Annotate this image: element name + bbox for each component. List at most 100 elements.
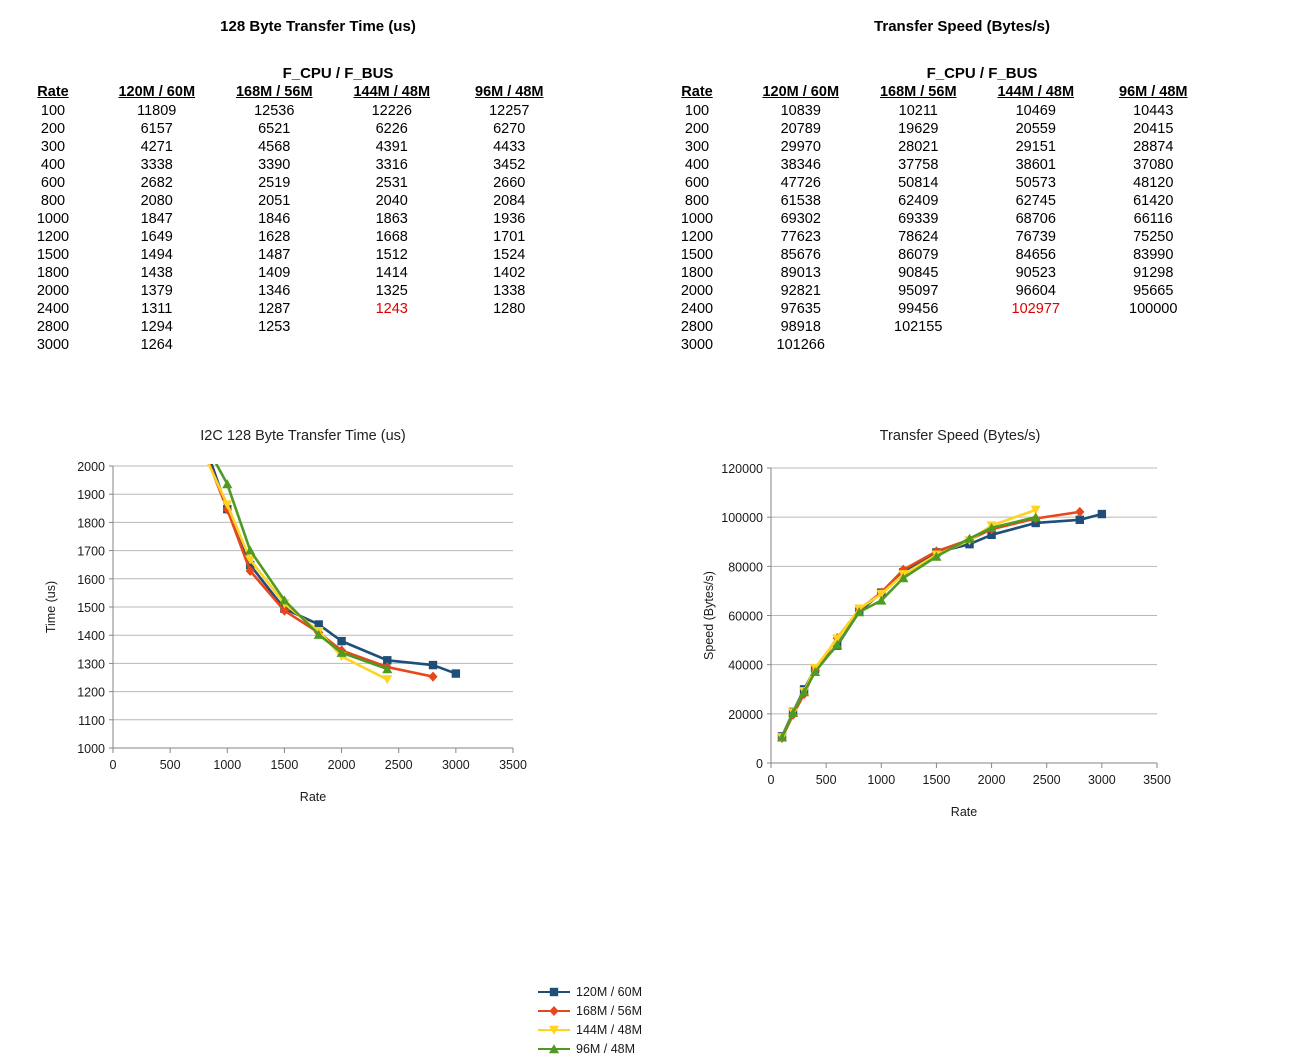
rate-cell: 800 [40, 192, 66, 209]
x-axis-label: Rate [951, 805, 977, 819]
svg-text:1500: 1500 [77, 601, 105, 615]
rate-cell: 1800 [680, 264, 714, 281]
value-cell: 95665 [1133, 282, 1174, 299]
svg-text:2500: 2500 [1033, 773, 1061, 787]
rate-cell: 1200 [680, 228, 714, 245]
value-cell: 2660 [493, 174, 526, 191]
svg-text:1600: 1600 [77, 573, 105, 587]
value-cell: 1346 [258, 282, 291, 299]
value-cell [977, 318, 1095, 336]
svg-text:1000: 1000 [867, 773, 895, 787]
value-cell: 1649 [140, 228, 173, 245]
value-cell: 6521 [258, 120, 291, 137]
value-cell: 1243 [375, 300, 408, 317]
value-cell [333, 336, 451, 354]
value-cell: 1487 [258, 246, 291, 263]
value-cell: 99456 [898, 300, 939, 317]
legend-item-3: 96M / 48M [538, 1039, 642, 1058]
legend-label: 120M / 60M [576, 984, 643, 999]
svg-text:80000: 80000 [728, 560, 763, 574]
svg-text:500: 500 [160, 758, 181, 772]
table-row: 1500 85676 86079 84656 83990 [652, 246, 1212, 264]
value-cell: 10469 [1015, 102, 1056, 119]
rate-cell: 600 [684, 174, 710, 191]
table-group-header: F_CPU / F_BUS [282, 65, 394, 82]
svg-text:1100: 1100 [78, 714, 105, 728]
value-cell: 1847 [140, 210, 173, 227]
y-axis-label: Speed (Bytes/s) [702, 571, 716, 660]
value-cell: 1311 [141, 300, 173, 317]
value-cell: 37758 [898, 156, 939, 173]
legend-item-2: 144M / 48M [538, 1020, 642, 1039]
value-cell: 96604 [1015, 282, 1056, 299]
value-cell: 28874 [1133, 138, 1174, 155]
svg-text:1300: 1300 [77, 657, 105, 671]
svg-text:500: 500 [816, 773, 837, 787]
svg-text:1500: 1500 [271, 758, 299, 772]
table-row: 1000 69302 69339 68706 66116 [652, 210, 1212, 228]
table-row: 800 61538 62409 62745 61420 [652, 192, 1212, 210]
value-cell: 101266 [776, 336, 825, 353]
table-row: 1000 1847 1846 1863 1936 [8, 210, 568, 228]
value-cell: 98918 [780, 318, 821, 335]
value-cell: 38346 [780, 156, 821, 173]
transfer-speed-chart: 0 20000 40000 60000 80000 100000 120000 0 500 100… [702, 462, 1171, 819]
value-cell: 83990 [1133, 246, 1174, 263]
svg-text:1200: 1200 [77, 686, 105, 700]
table-row: 1800 89013 90845 90523 91298 [652, 264, 1212, 282]
value-cell: 97635 [780, 300, 821, 317]
transfer-speed-chart-block: Transfer Speed (Bytes/s) 0 20000 40000 6000… [672, 420, 1308, 820]
value-cell: 92821 [780, 282, 821, 299]
legend-label: 144M / 48M [576, 1022, 643, 1037]
value-cell: 4568 [258, 138, 291, 155]
value-cell: 29970 [780, 138, 821, 155]
value-cell: 86079 [898, 246, 939, 263]
svg-text:2000: 2000 [328, 758, 356, 772]
value-cell: 68706 [1015, 210, 1056, 227]
rate-cell: 200 [684, 120, 710, 137]
svg-text:100000: 100000 [721, 511, 763, 525]
rate-cell: 200 [40, 120, 66, 137]
value-cell: 84656 [1015, 246, 1056, 263]
table-row: 400 3338 3390 3316 3452 [8, 156, 568, 174]
value-cell: 10839 [780, 102, 821, 119]
transfer-time-table-block: 128 Byte Transfer Time (us) F_CPU / F_BU… [8, 0, 628, 400]
value-cell: 90523 [1015, 264, 1056, 281]
value-cell: 12257 [489, 102, 530, 119]
value-cell: 1936 [493, 210, 526, 227]
value-cell: 12536 [254, 102, 295, 119]
value-cell: 2519 [258, 174, 291, 191]
value-cell: 1701 [493, 228, 526, 245]
value-cell: 20789 [780, 120, 821, 137]
table-row: 800 2080 2051 2040 2084 [8, 192, 568, 210]
svg-text:1500: 1500 [923, 773, 951, 787]
column-header-0: Rate [37, 84, 69, 100]
value-cell: 12226 [371, 102, 412, 119]
table-row: 600 47726 50814 50573 48120 [652, 174, 1212, 192]
value-cell: 78624 [898, 228, 939, 245]
legend-marker-icon [538, 1022, 570, 1038]
rate-cell: 1000 [680, 210, 714, 227]
table-header-row: Rate 120M / 60M 168M / 56M 144M / 48M 96M / … [652, 84, 1212, 102]
rate-cell: 2400 [680, 300, 714, 317]
value-cell: 1512 [375, 246, 408, 263]
table-row: 2800 98918 102155 [652, 318, 1212, 336]
value-cell: 47726 [780, 174, 821, 191]
value-cell: 1628 [258, 228, 291, 245]
rate-cell: 800 [684, 192, 710, 209]
value-cell: 37080 [1133, 156, 1174, 173]
table-row: 200 6157 6521 6226 6270 [8, 120, 568, 138]
value-cell: 48120 [1133, 174, 1174, 191]
svg-text:40000: 40000 [728, 659, 763, 673]
column-header-4: 96M / 48M [1119, 84, 1188, 100]
table-row: 2000 92821 95097 96604 95665 [652, 282, 1212, 300]
column-header-3: 144M / 48M [353, 84, 431, 100]
value-cell: 75250 [1133, 228, 1174, 245]
value-cell: 61538 [780, 192, 821, 209]
value-cell: 10211 [898, 102, 938, 119]
table-row: 2000 1379 1346 1325 1338 [8, 282, 568, 300]
svg-text:2000: 2000 [77, 460, 105, 474]
table-row: 300 4271 4568 4391 4433 [8, 138, 568, 156]
value-cell [451, 318, 569, 336]
value-cell: 91298 [1133, 264, 1174, 281]
